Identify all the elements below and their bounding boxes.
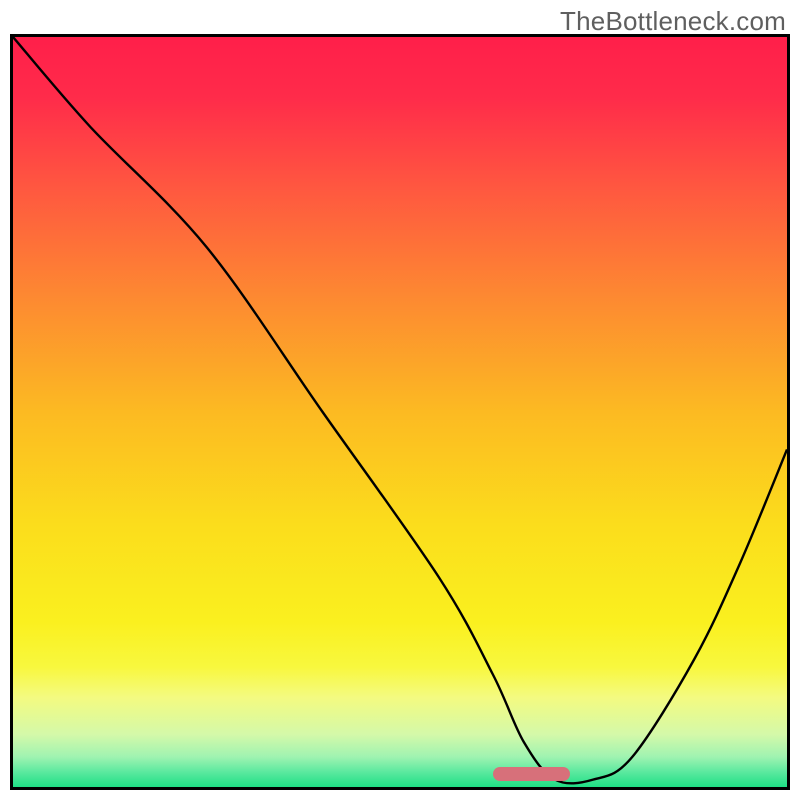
chart-plot-area (10, 34, 790, 790)
bottleneck-marker (493, 767, 570, 781)
gradient-background (13, 37, 787, 787)
chart-svg (13, 37, 787, 787)
chart-frame: TheBottleneck.com (0, 0, 800, 800)
watermark-text: TheBottleneck.com (560, 6, 786, 37)
